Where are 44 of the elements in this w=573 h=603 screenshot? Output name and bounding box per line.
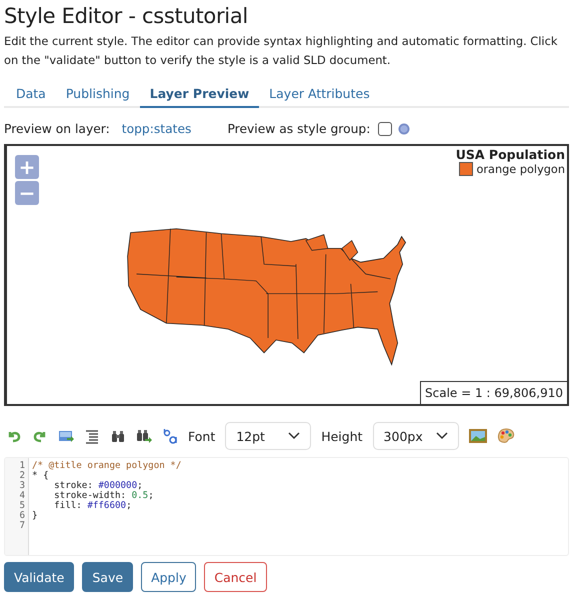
apply-button[interactable]: Apply	[141, 562, 196, 592]
replace-icon[interactable]	[162, 428, 178, 444]
chevron-down-icon	[436, 432, 448, 440]
cancel-button[interactable]: Cancel	[204, 562, 267, 592]
tab[interactable]: Layer Attributes	[259, 80, 380, 108]
code-line: fill: #ff6600;	[53, 501, 133, 511]
help-icon[interactable]	[398, 123, 410, 135]
description-text: Edit the current style. The editor can provide syntax highlighting and automatic formatting. Click on the "validate" button to verify the style is a valid SLD document.	[4, 33, 558, 69]
style-group-checkbox[interactable]	[378, 122, 392, 136]
binoculars-icon[interactable]	[110, 428, 126, 444]
code-line: }	[32, 511, 39, 521]
palette-icon[interactable]	[496, 428, 515, 444]
font-label: Font	[188, 428, 216, 444]
height-label: Height	[321, 428, 363, 444]
line-number: 3	[19, 481, 25, 491]
code-line: * {	[32, 471, 50, 481]
landscape-picture-icon[interactable]	[468, 429, 487, 443]
code-line: /* @title orange polygon */	[32, 461, 182, 471]
page-title: Style Editor - csstutorial	[4, 4, 249, 28]
line-number: 7	[19, 521, 25, 531]
binoculars-arrow-icon[interactable]	[136, 428, 152, 444]
layer-label: Preview on layer:	[4, 122, 110, 136]
layer-link[interactable]: topp:states	[122, 122, 192, 136]
line-number: 4	[19, 491, 25, 501]
action-button[interactable]: Validate	[4, 562, 74, 592]
scale-label: Scale = 1 : 69,806,910	[420, 381, 567, 404]
code-line: stroke: #000000;	[53, 481, 144, 491]
tab[interactable]: Data	[6, 80, 56, 108]
height-select[interactable]: 300px	[372, 422, 459, 450]
style-group-label: Preview as style group:	[227, 122, 370, 136]
line-number: 5	[19, 501, 25, 511]
legend-label: orange polygon	[476, 162, 565, 176]
code-line: stroke-width: 0.5;	[53, 491, 155, 501]
font-select[interactable]: 12pt	[225, 422, 312, 450]
line-number: 2	[19, 471, 25, 481]
legend-swatch	[458, 162, 472, 176]
format-lines-icon[interactable]	[84, 428, 100, 444]
chevron-down-icon	[288, 432, 300, 440]
action-button[interactable]: Save	[82, 562, 134, 592]
tab[interactable]: Layer Preview	[140, 80, 260, 108]
legend-title: USA Population	[456, 147, 565, 162]
line-number: 1	[19, 461, 25, 471]
line-number: 6	[19, 511, 25, 521]
tab[interactable]: Publishing	[56, 80, 140, 108]
